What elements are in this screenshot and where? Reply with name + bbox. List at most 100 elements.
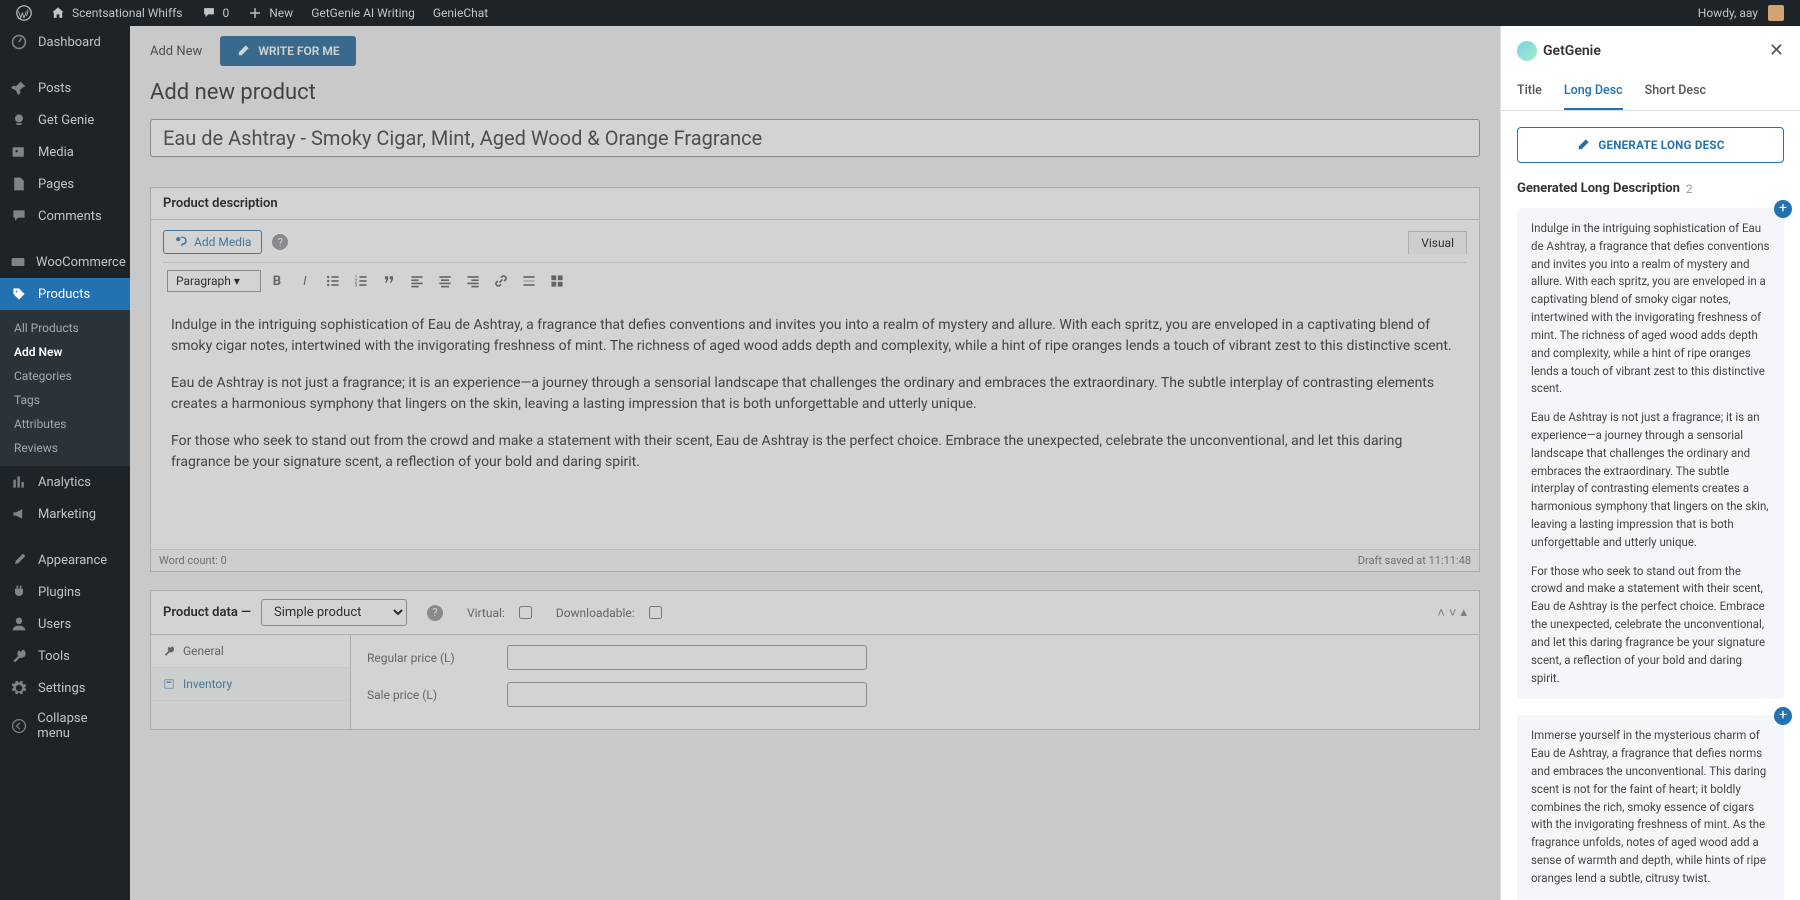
pin-icon — [10, 79, 28, 97]
sidebar-item-appearance[interactable]: Appearance — [0, 544, 130, 576]
close-icon[interactable]: ✕ — [1769, 40, 1784, 61]
sidebar-item-collapse[interactable]: Collapse menu — [0, 704, 130, 748]
sidebar-item-marketing[interactable]: Marketing — [0, 498, 130, 530]
site-link[interactable]: Scentsational Whiffs — [42, 0, 191, 26]
tab-short-desc[interactable]: Short Desc — [1645, 75, 1706, 110]
avatar — [1768, 5, 1784, 21]
tab-long-desc[interactable]: Long Desc — [1564, 75, 1623, 110]
paragraph-select[interactable]: Paragraph ▾ — [167, 270, 261, 292]
chevron-up-icon[interactable]: ˄ — [1437, 605, 1445, 621]
sidebar-item-woocommerce[interactable]: WooCommerce — [0, 246, 130, 278]
sidebar-item-label: Analytics — [38, 475, 91, 490]
sub-attributes[interactable]: Attributes — [0, 412, 130, 436]
sidebar-item-plugins[interactable]: Plugins — [0, 576, 130, 608]
sidebar-item-label: Users — [38, 617, 71, 632]
insert-plus-icon[interactable]: + — [1774, 200, 1792, 218]
sub-reviews[interactable]: Reviews — [0, 436, 130, 460]
caret-icon[interactable]: ▴ — [1460, 605, 1467, 621]
insert-more-button[interactable] — [517, 269, 541, 293]
sidebar-item-dashboard[interactable]: Dashboard — [0, 26, 130, 58]
sale-price-input[interactable] — [507, 682, 867, 707]
sidebar-item-comments[interactable]: Comments — [0, 200, 130, 232]
comment-icon — [10, 207, 28, 225]
tab-general[interactable]: General — [151, 635, 350, 668]
sidebar-item-settings[interactable]: Settings — [0, 672, 130, 704]
panel-header: Product description — [151, 188, 1479, 220]
product-data-label: Product data — — [163, 605, 251, 620]
number-list-button[interactable]: 123 — [349, 269, 373, 293]
site-name: Scentsational Whiffs — [72, 0, 183, 26]
write-for-me-button[interactable]: WRITE FOR ME — [220, 36, 355, 66]
chart-icon — [10, 473, 28, 491]
inventory-icon — [163, 678, 175, 690]
editor-paragraph: Eau de Ashtray is not just a fragrance; … — [171, 373, 1459, 415]
chevron-down-icon[interactable]: ˅ — [1449, 605, 1457, 621]
generated-count: 2 — [1686, 182, 1693, 196]
visual-tab[interactable]: Visual — [1408, 231, 1467, 254]
sidebar-item-label: Plugins — [38, 585, 81, 600]
sidebar-item-pages[interactable]: Pages — [0, 168, 130, 200]
bold-button[interactable]: B — [265, 269, 289, 293]
align-left-button[interactable] — [405, 269, 429, 293]
wrench-icon — [163, 645, 175, 657]
sidebar-item-label: Posts — [38, 81, 71, 96]
insert-plus-icon[interactable]: + — [1774, 707, 1792, 725]
sidebar-item-tools[interactable]: Tools — [0, 640, 130, 672]
genie-logo-icon — [1517, 41, 1537, 61]
sidebar-item-label: Dashboard — [38, 35, 101, 50]
generated-section-title: Generated Long Description2 — [1517, 181, 1784, 196]
quote-button[interactable] — [377, 269, 401, 293]
generate-long-desc-button[interactable]: GENERATE LONG DESC — [1517, 127, 1784, 163]
align-center-button[interactable] — [433, 269, 457, 293]
product-data-panel: Product data — Simple product ? Virtual:… — [150, 590, 1480, 730]
pencil-icon — [1576, 138, 1590, 152]
plugin-icon — [10, 583, 28, 601]
comments-link[interactable]: 0 — [193, 0, 238, 26]
sub-categories[interactable]: Categories — [0, 364, 130, 388]
comments-count: 0 — [223, 0, 230, 26]
generated-card[interactable]: + Indulge in the intriguing sophisticati… — [1517, 208, 1784, 699]
downloadable-checkbox[interactable] — [649, 606, 662, 619]
link-button[interactable] — [489, 269, 513, 293]
sidebar-item-analytics[interactable]: Analytics — [0, 466, 130, 498]
add-media-button[interactable]: Add Media — [163, 230, 262, 254]
genie-writing-link[interactable]: GetGenie AI Writing — [303, 0, 423, 26]
brush-icon — [10, 551, 28, 569]
sub-add-new[interactable]: Add New — [0, 340, 130, 364]
help-icon[interactable]: ? — [272, 234, 288, 250]
genie-chat-link[interactable]: GenieChat — [425, 0, 496, 26]
generated-card[interactable]: + Immerse yourself in the mysterious cha… — [1517, 715, 1784, 900]
product-title-input[interactable] — [150, 119, 1480, 157]
sidebar-item-media[interactable]: Media — [0, 136, 130, 168]
product-type-select[interactable]: Simple product — [261, 599, 407, 626]
generated-text: Immerse yourself in the mysterious charm… — [1531, 727, 1770, 887]
regular-price-label: Regular price (L) — [367, 651, 487, 665]
virtual-checkbox[interactable] — [519, 606, 532, 619]
howdy-link[interactable]: Howdy, aay — [1690, 0, 1792, 26]
italic-button[interactable]: I — [293, 269, 317, 293]
collapse-icon — [10, 717, 27, 735]
tab-title[interactable]: Title — [1517, 75, 1542, 110]
new-link[interactable]: New — [239, 0, 301, 26]
sidebar-item-label: Settings — [38, 681, 85, 696]
sale-price-label: Sale price (L) — [367, 688, 487, 702]
wp-logo[interactable] — [8, 0, 40, 26]
sidebar-item-label: Pages — [38, 177, 74, 192]
sidebar-item-users[interactable]: Users — [0, 608, 130, 640]
sidebar-item-posts[interactable]: Posts — [0, 72, 130, 104]
sidebar-item-products[interactable]: Products — [0, 278, 130, 310]
sub-all-products[interactable]: All Products — [0, 316, 130, 340]
toolbar-toggle-button[interactable] — [545, 269, 569, 293]
align-right-button[interactable] — [461, 269, 485, 293]
tab-inventory[interactable]: Inventory — [151, 668, 350, 701]
settings-icon — [10, 679, 28, 697]
editor-content[interactable]: Indulge in the intriguing sophistication… — [163, 299, 1467, 539]
editor-footer: Word count: 0 Draft saved at 11:11:48 — [151, 549, 1479, 571]
bullet-list-button[interactable] — [321, 269, 345, 293]
sidebar-item-genie[interactable]: Get Genie — [0, 104, 130, 136]
sidebar-item-label: WooCommerce — [36, 255, 126, 270]
sub-tags[interactable]: Tags — [0, 388, 130, 412]
help-icon[interactable]: ? — [427, 605, 443, 621]
regular-price-input[interactable] — [507, 645, 867, 670]
wp-admin-bar: Scentsational Whiffs 0 New GetGenie AI W… — [0, 0, 1800, 26]
